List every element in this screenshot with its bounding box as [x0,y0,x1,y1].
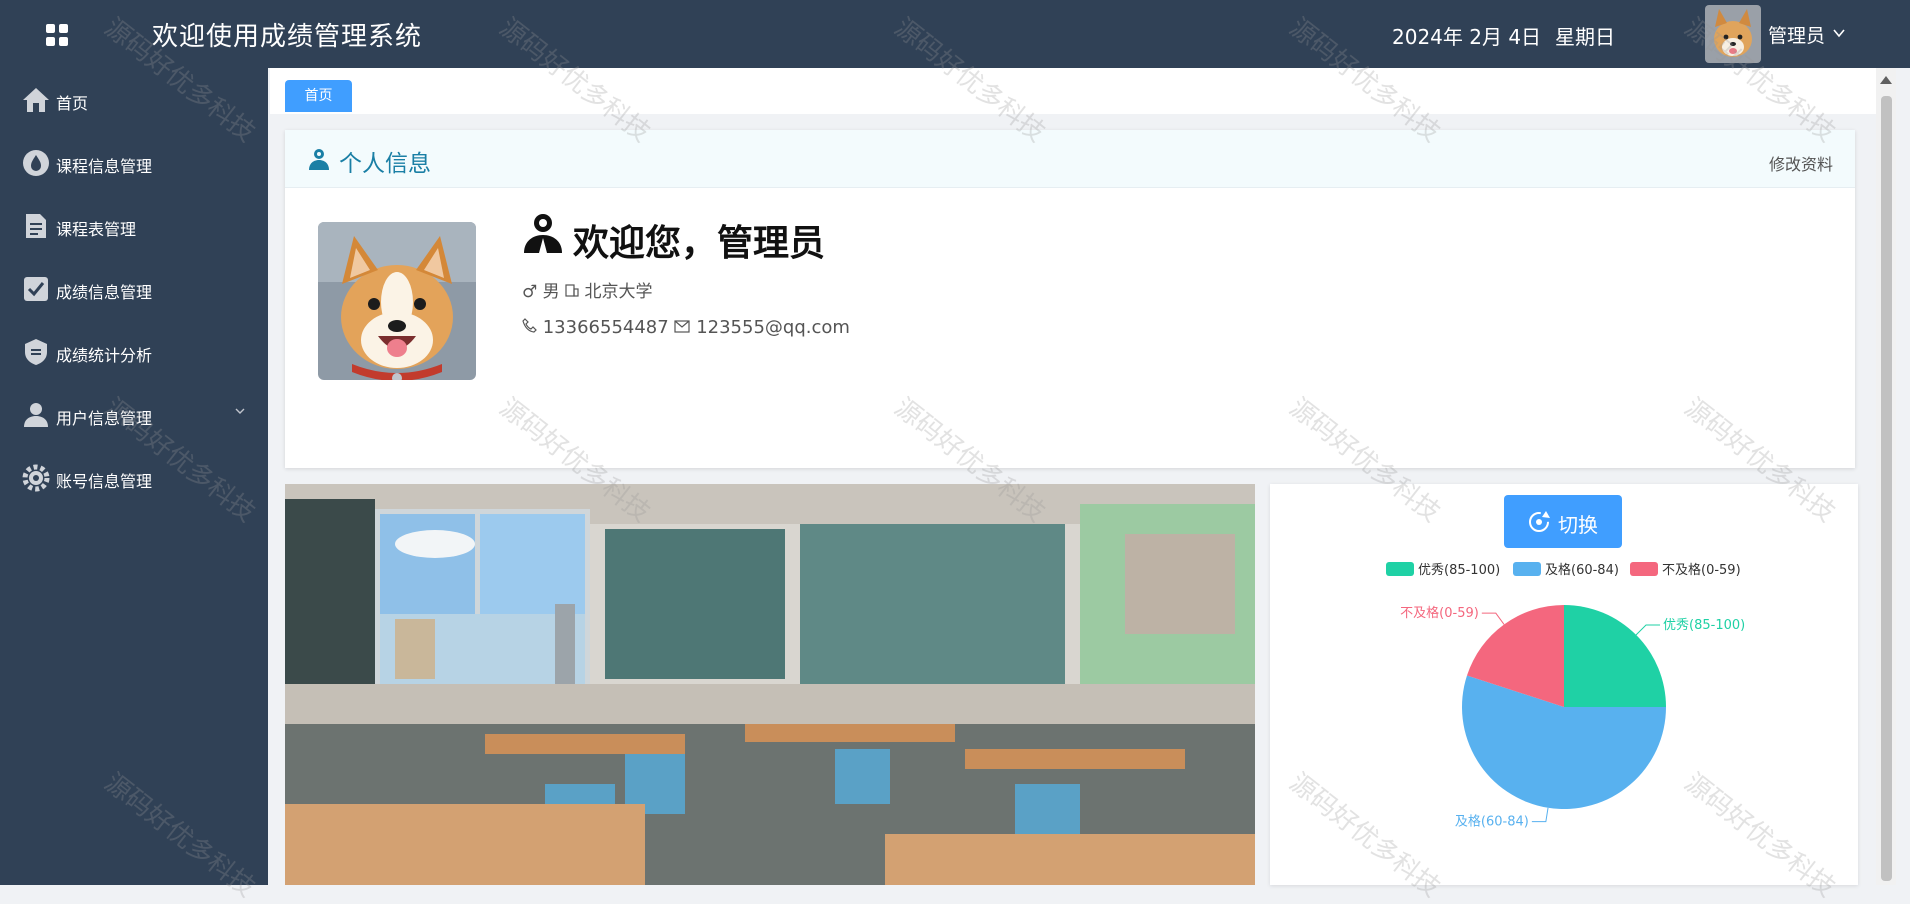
gear-icon [22,464,50,492]
profile-meta-basic: ♂ 男 北京大学 [522,277,652,302]
sidebar-item-user-info[interactable]: 用户信息管理 [0,387,268,443]
user-icon [524,214,562,253]
user-menu[interactable]: 管理员 [1768,21,1825,48]
switch-label: 切换 [1558,513,1598,537]
menu-grid-icon[interactable] [46,24,68,46]
pie-chart: 优秀(85-100) 及格(60-84) 不及格(0-59) [1400,605,1745,830]
pie-slice-label: 及格(60-84) [1455,814,1529,830]
sidebar-item-account-info[interactable]: 账号信息管理 [0,450,268,506]
phone-value: 13366554487 [542,317,669,338]
sidebar: 首页 课程信息管理 课程表管理 成绩信息管理 成绩统计分析 用户信息管理 账号信… [0,68,268,885]
current-weekday: 星期日 [1555,25,1615,49]
shield-icon [25,339,47,365]
edit-profile-link[interactable]: 修改资料 [1769,151,1833,175]
profile-card: 个人信息 修改资料 欢迎您，管理员 ♂ 男 北京大学 13366554487 1… [285,130,1855,468]
home-icon [23,88,49,112]
sidebar-item-label: 首页 [56,94,89,113]
sidebar-item-score-stats[interactable]: 成绩统计分析 [0,324,268,380]
mail-icon [674,317,696,338]
male-icon: ♂ [522,282,538,302]
classroom-image [285,484,1255,885]
sidebar-item-label: 用户信息管理 [56,409,153,428]
school-value: 北京大学 [584,282,653,302]
sidebar-item-schedule[interactable]: 课程表管理 [0,198,268,254]
section-title: 个人信息 [339,151,431,177]
pie-slice[interactable] [1564,605,1666,707]
user-icon [309,149,329,170]
tab-strip [270,68,1876,114]
scrollbar-thumb[interactable] [1881,96,1892,881]
score-chart-card: 切换 优秀(85-100) 及格(60-84) 不及格(0-59) 优秀(85-… [1270,484,1858,885]
user-icon [24,403,48,427]
refresh-icon [1529,511,1550,532]
pie-leader-line [1481,612,1505,625]
profile-card-header: 个人信息 修改资料 [285,130,1855,188]
phone-icon [522,317,543,338]
drop-icon [23,150,49,176]
sidebar-item-score-info[interactable]: 成绩信息管理 [0,261,268,317]
sidebar-item-label: 成绩信息管理 [56,283,153,302]
checkbox-icon [24,277,48,301]
sidebar-item-home[interactable]: 首页 [0,72,268,128]
app-title: 欢迎使用成绩管理系统 [152,22,423,52]
sidebar-item-label: 成绩统计分析 [56,346,153,365]
tab-home[interactable]: 首页 [285,80,352,112]
switch-button[interactable]: 切换 [1504,495,1622,548]
sidebar-item-course-info[interactable]: 课程信息管理 [0,135,268,191]
chevron-down-icon [234,405,246,421]
pie-leader-line [1635,624,1661,636]
building-icon [565,282,584,302]
email-value: 123555@qq.com [696,317,850,338]
sidebar-item-label: 课程表管理 [56,220,137,239]
pie-slice-label: 不及格(0-59) [1400,605,1479,621]
profile-meta-contact: 13366554487 123555@qq.com [522,317,850,338]
chevron-down-icon[interactable] [1832,25,1846,44]
gender-value: 男 [542,282,560,302]
welcome-heading: 欢迎您，管理员 [573,223,826,264]
scroll-up-arrow-icon[interactable] [1880,76,1892,84]
document-icon [26,214,46,238]
sidebar-item-label: 账号信息管理 [56,472,153,491]
sidebar-item-label: 课程信息管理 [56,157,153,176]
pie-leader-line [1531,807,1549,823]
current-date: 2024年 2月 4日 [1392,25,1542,49]
top-bar: 欢迎使用成绩管理系统 2024年 2月 4日 星期日 管理员 [0,0,1910,68]
profile-photo [318,222,476,380]
avatar[interactable] [1705,5,1761,63]
pie-slice-label: 优秀(85-100) [1663,618,1745,633]
